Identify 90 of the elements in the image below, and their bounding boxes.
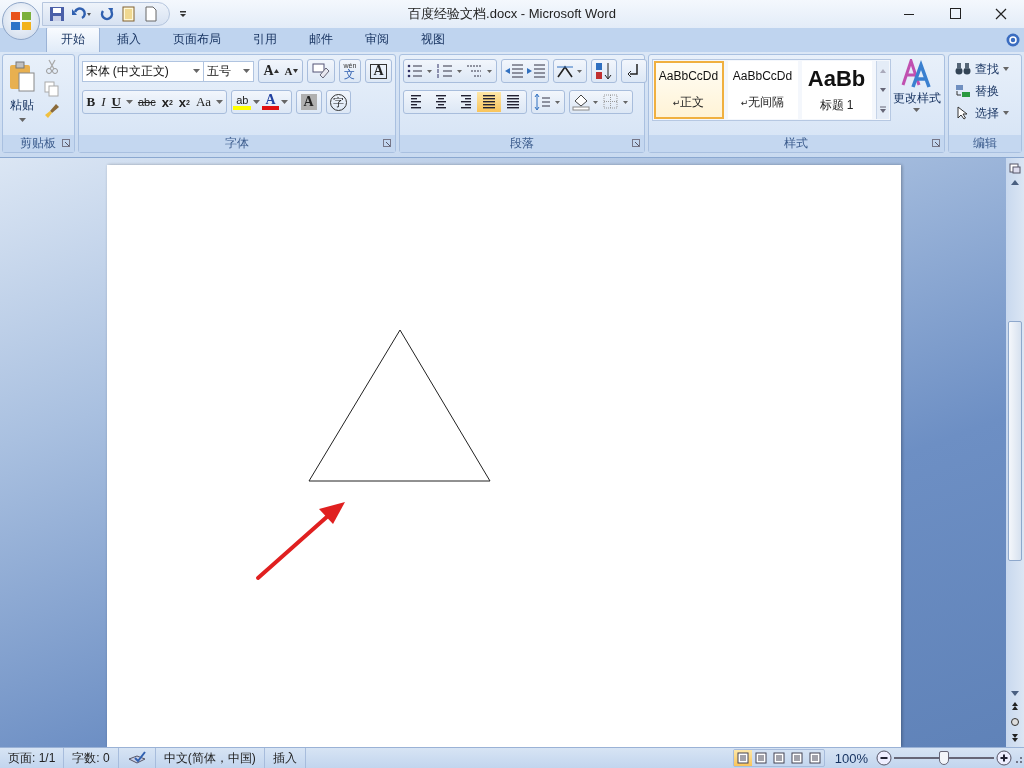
ribbon-tab[interactable]: 审阅 [350,26,404,52]
redo-icon[interactable] [99,6,115,22]
save-icon[interactable] [49,6,65,22]
caret-icon[interactable] [243,69,251,73]
page-count[interactable]: 页面: 1/1 [0,748,65,768]
underline-button[interactable]: U [108,92,124,112]
find-button[interactable]: 查找 [954,59,1018,79]
up-triangle-icon [273,69,279,73]
caret-icon[interactable] [280,100,288,104]
line-spacing-icon[interactable] [532,93,563,111]
italic-button[interactable]: I [98,92,109,112]
dialog-launcher-icon[interactable] [382,139,391,147]
select-button[interactable]: 选择 [954,103,1018,123]
replace-icon [954,84,971,98]
vertical-scrollbar[interactable] [1006,158,1024,747]
down-triangle-icon [292,69,298,73]
new-document-icon[interactable] [143,6,159,22]
character-shading-button[interactable]: A [300,94,317,110]
ruler-toggle-icon[interactable] [1008,161,1022,175]
paste-button[interactable]: 粘贴 [6,59,38,135]
clipboard-icon [8,61,36,93]
group-label: 编辑 [972,135,997,152]
dialog-launcher-icon[interactable] [631,139,640,147]
caret-icon[interactable] [125,100,133,104]
zoom-out-icon[interactable] [876,750,892,766]
next-page-icon[interactable] [1010,733,1020,743]
undo-icon[interactable] [71,6,93,22]
window-title: 百度经验文档.docx - Microsoft Word [408,5,616,23]
caret-icon[interactable] [18,118,26,122]
word-count[interactable]: 字数: 0 [64,748,119,768]
scroll-up-icon[interactable] [1010,179,1020,187]
style-option[interactable]: AaBbCcDd ↵无间隔 [727,61,798,119]
brush-icon[interactable] [44,103,60,119]
group-label: 剪贴板 [20,135,57,152]
office-button[interactable] [2,2,40,40]
paint-bucket-icon[interactable] [570,93,601,111]
ribbon-tab[interactable]: 邮件 [294,26,348,52]
view-mode-icon[interactable] [733,750,752,766]
ribbon-tab[interactable]: 插入 [102,26,156,52]
grow-font-button[interactable]: A [260,61,282,81]
dialog-launcher-icon[interactable] [61,139,70,147]
scroll-thumb[interactable] [1008,321,1022,561]
scroll-down-icon[interactable] [1010,689,1020,697]
binoculars-icon [954,62,971,76]
shrink-font-button[interactable]: A [281,61,301,81]
zoom-slider[interactable] [894,751,994,765]
highlight-button[interactable]: ab [233,94,252,110]
triangle-shape[interactable] [308,329,491,482]
font-size-dropdown[interactable]: 五号 [203,60,255,82]
increase-indent-icon[interactable] [524,62,547,80]
ribbon-tab[interactable]: 开始 [46,26,100,52]
style-option[interactable]: AaBb 标题 1 [801,61,872,119]
replace-button[interactable]: 替换 [954,81,1018,101]
eraser-icon [311,63,330,79]
insert-mode[interactable]: 插入 [264,748,306,768]
dialog-launcher-icon[interactable] [931,139,940,147]
ribbon-tab[interactable]: 页面布局 [158,26,236,52]
superscript-button[interactable]: x$^{2}$ [175,92,193,112]
caret-icon[interactable] [253,100,261,104]
bold-button[interactable]: B [83,92,99,112]
caret-icon[interactable] [193,69,201,73]
group-label: 段落 [509,135,534,152]
caret-icon[interactable] [913,108,920,112]
ribbon-tab[interactable]: 视图 [406,26,460,52]
multilevel-list-icon[interactable] [464,62,495,80]
font-color-button[interactable]: A [262,94,279,110]
gallery-scroll-buttons[interactable] [875,61,889,119]
justify-align-icon[interactable] [476,92,501,112]
language-indicator[interactable]: 中文(简体，中国) [155,748,265,768]
caret-icon[interactable] [1002,67,1009,71]
case-button[interactable]: Aa [192,92,215,112]
zoom-level[interactable]: 100% [834,750,868,766]
help-icon[interactable] [1006,33,1020,47]
zoom-slider-thumb[interactable] [939,751,949,765]
proofing-icon[interactable] [126,751,147,765]
character-border-button[interactable]: A [370,63,387,79]
group-label: 字体 [224,135,249,152]
group-label: 样式 [784,135,808,152]
style-option[interactable]: AaBbCcDd ↵正文 [653,61,724,119]
previous-page-icon[interactable] [1010,701,1020,711]
customize-dropdown-icon[interactable] [178,9,188,19]
zoom-in-icon[interactable] [996,750,1012,766]
font-name-dropdown[interactable]: 宋体 (中文正文) [81,60,205,82]
caret-icon[interactable] [1002,111,1009,115]
strike-button[interactable]: abc [134,92,159,112]
font-letters-icon [900,59,933,89]
caret-icon[interactable] [216,100,224,104]
ribbon-tab[interactable]: 引用 [238,26,292,52]
change-styles-button[interactable]: 更改样式 [892,59,941,135]
browse-object-icon[interactable] [1010,717,1020,727]
